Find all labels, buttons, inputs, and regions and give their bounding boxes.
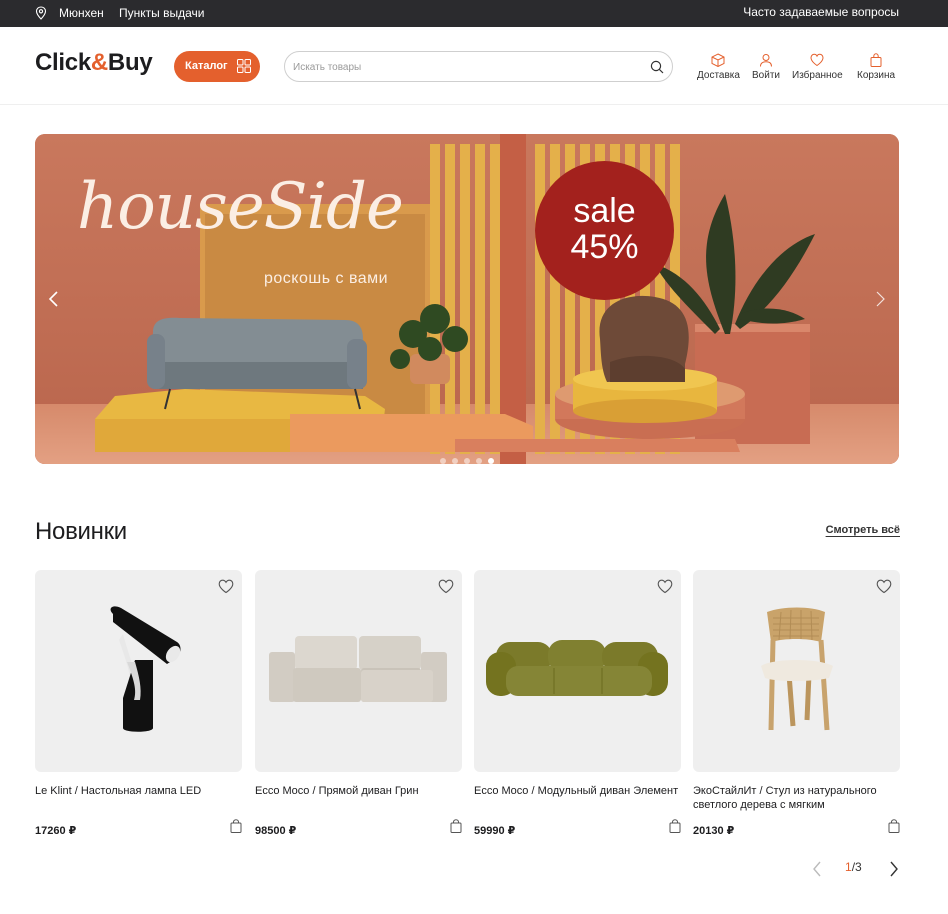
nav-delivery-label: Доставка — [697, 70, 740, 81]
slide-dot[interactable] — [452, 458, 458, 464]
site-header: Click&Buy Каталог Доставка Войти — [0, 27, 948, 105]
desk-lamp-image — [110, 606, 181, 732]
logo-ampersand: & — [90, 49, 108, 76]
banner-prev-arrow-icon[interactable] — [47, 289, 61, 309]
beige-sofa-image — [269, 636, 447, 702]
grid-icon — [237, 59, 251, 73]
nav-cart-label: Корзина — [857, 70, 896, 81]
favorite-heart-icon[interactable] — [438, 579, 454, 594]
nav-favorites-label: Избранное — [792, 70, 843, 81]
sale-percent: 45% — [570, 228, 639, 266]
heart-icon — [810, 53, 824, 67]
product-card[interactable]: Le Klint / Настольная лампа LED 17260 ₽ — [35, 570, 242, 837]
pager-prev-arrow-icon[interactable] — [811, 860, 823, 878]
sale-badge: sale 45% — [535, 161, 674, 300]
box-icon — [711, 53, 725, 67]
bag-icon — [870, 53, 882, 67]
nav-cart[interactable]: Корзина — [857, 53, 895, 81]
sale-word: sale — [573, 192, 636, 230]
logo-text-click: Click — [35, 49, 91, 76]
search-bar — [284, 51, 673, 82]
hero-banner[interactable]: houseSide роскошь с вами sale 45% — [35, 134, 899, 464]
favorite-heart-icon[interactable] — [876, 579, 892, 594]
nav-login-label: Войти — [752, 70, 780, 81]
logo-text-buy: Buy — [107, 49, 153, 76]
product-image[interactable] — [35, 570, 242, 772]
product-price: 17260 ₽ — [35, 825, 77, 837]
favorite-heart-icon[interactable] — [218, 579, 234, 594]
product-image[interactable] — [255, 570, 462, 772]
wooden-chair-image — [761, 607, 833, 731]
add-to-cart-icon[interactable] — [888, 819, 900, 833]
pager-indicator: 1/3 — [845, 860, 862, 874]
catalog-button[interactable]: Каталог — [174, 51, 260, 82]
product-price: 20130 ₽ — [693, 825, 735, 837]
slide-dot[interactable] — [440, 458, 446, 464]
nav-delivery[interactable]: Доставка — [697, 53, 740, 81]
add-to-cart-icon[interactable] — [230, 819, 242, 833]
faq-link[interactable]: Часто задаваемые вопросы — [743, 5, 899, 19]
add-to-cart-icon[interactable] — [450, 819, 462, 833]
nav-login[interactable]: Войти — [752, 53, 780, 81]
pager-next-arrow-icon[interactable] — [888, 860, 900, 878]
banner-next-arrow-icon[interactable] — [873, 289, 887, 309]
catalog-label: Каталог — [185, 60, 228, 72]
slide-indicators — [440, 451, 500, 464]
search-input[interactable] — [293, 59, 633, 75]
slide-dot-active[interactable] — [488, 458, 494, 464]
product-name[interactable]: ЭкоСтайлИт / Стул из натурального светло… — [693, 784, 900, 812]
slide-dot[interactable] — [464, 458, 470, 464]
banner-tagline: роскошь с вами — [264, 270, 389, 287]
logo[interactable]: Click&Buy — [35, 49, 153, 77]
slide-dot[interactable] — [476, 458, 482, 464]
pager-total: 3 — [855, 860, 862, 874]
banner-brand-title: houseSide — [77, 170, 404, 244]
pickup-points-link[interactable]: Пункты выдачи — [119, 6, 204, 20]
city-selector[interactable]: Мюнхен — [59, 6, 104, 20]
nav-favorites[interactable]: Избранное — [792, 53, 843, 81]
product-name[interactable]: Ecco Moco / Модульный диван Элемент — [474, 784, 681, 798]
product-card[interactable]: ЭкоСтайлИт / Стул из натурального светло… — [693, 570, 900, 837]
product-name[interactable]: Le Klint / Настольная лампа LED — [35, 784, 242, 798]
top-bar: Мюнхен Пункты выдачи Часто задаваемые во… — [0, 0, 948, 27]
product-card[interactable]: Ecco Moco / Прямой диван Грин 98500 ₽ — [255, 570, 462, 837]
product-name[interactable]: Ecco Moco / Прямой диван Грин — [255, 784, 462, 798]
pager-current: 1 — [845, 860, 852, 874]
section-title: Новинки — [35, 518, 127, 545]
location-pin-icon[interactable] — [35, 6, 47, 20]
see-all-link[interactable]: Смотреть всё — [826, 524, 900, 536]
add-to-cart-icon[interactable] — [669, 819, 681, 833]
user-icon — [759, 54, 772, 67]
search-icon[interactable] — [650, 60, 664, 74]
product-image[interactable] — [474, 570, 681, 772]
favorite-heart-icon[interactable] — [657, 579, 673, 594]
green-sofa-image — [486, 640, 668, 696]
product-card[interactable]: Ecco Moco / Модульный диван Элемент 5999… — [474, 570, 681, 837]
product-price: 98500 ₽ — [255, 825, 297, 837]
product-price: 59990 ₽ — [474, 825, 516, 837]
product-image[interactable] — [693, 570, 900, 772]
